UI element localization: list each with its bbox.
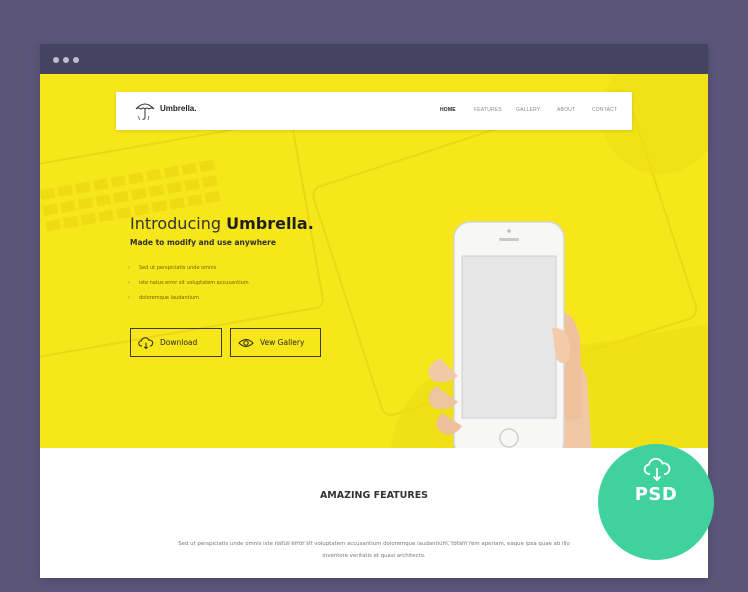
phone-in-hand-image bbox=[428, 221, 592, 448]
list-item: › Sed ut perspiciatis unde omnis bbox=[128, 265, 249, 280]
nav-link-contact[interactable]: CONTACT bbox=[592, 107, 617, 113]
nav-link-home[interactable]: HOME bbox=[440, 107, 456, 113]
list-item-text: doloremque laudantium bbox=[139, 295, 199, 301]
window-dot-2[interactable] bbox=[63, 57, 69, 63]
list-item: › doloremque laudantium bbox=[128, 295, 249, 310]
list-item-text: iste natus error sit voluptatem accusant… bbox=[139, 280, 249, 286]
view-gallery-button-label: Vew Gallery bbox=[260, 338, 305, 347]
chevron-right-icon: › bbox=[128, 280, 130, 286]
hero-subtitle: Made to modify and use anywhere bbox=[130, 238, 276, 247]
psd-label: PSD bbox=[634, 484, 678, 505]
cloud-download-icon bbox=[643, 457, 671, 482]
hero-title-bold: Umbrella. bbox=[226, 214, 314, 233]
download-button-label: Download bbox=[160, 338, 198, 347]
eye-icon bbox=[238, 338, 254, 347]
window-titlebar bbox=[40, 44, 708, 74]
download-button[interactable]: Download bbox=[130, 328, 222, 357]
hero-feature-list: › Sed ut perspiciatis unde omnis › iste na… bbox=[128, 265, 249, 310]
nav-link-features[interactable]: FEATURES bbox=[474, 107, 502, 113]
view-gallery-button[interactable]: Vew Gallery bbox=[230, 328, 321, 357]
chevron-right-icon: › bbox=[128, 295, 130, 301]
hero-title-light: Introducing bbox=[130, 214, 227, 233]
site-navbar: Umbrella. HOME FEATURES GALLERY ABOUT CO… bbox=[116, 92, 632, 130]
nav-link-gallery[interactable]: GALLERY bbox=[516, 107, 540, 113]
cloud-download-icon bbox=[138, 336, 154, 349]
hero-title: Introducing Umbrella. bbox=[130, 214, 314, 233]
psd-download-badge[interactable]: PSD bbox=[598, 444, 714, 560]
features-description: Sed ut perspiciatis unde omnis iste natu… bbox=[178, 541, 570, 559]
list-item: › iste natus error sit voluptatem accusan… bbox=[128, 280, 249, 295]
nav-link-about[interactable]: ABOUT bbox=[557, 107, 575, 113]
logo-text[interactable]: Umbrella. bbox=[160, 104, 196, 113]
hero-background-art bbox=[40, 74, 708, 448]
window-dot-3[interactable] bbox=[73, 57, 79, 63]
chevron-right-icon: › bbox=[128, 265, 130, 271]
umbrella-icon bbox=[135, 103, 155, 121]
hero-section: Umbrella. HOME FEATURES GALLERY ABOUT CO… bbox=[40, 74, 708, 448]
window-dot-1[interactable] bbox=[53, 57, 59, 63]
list-item-text: Sed ut perspiciatis unde omnis bbox=[139, 265, 217, 271]
